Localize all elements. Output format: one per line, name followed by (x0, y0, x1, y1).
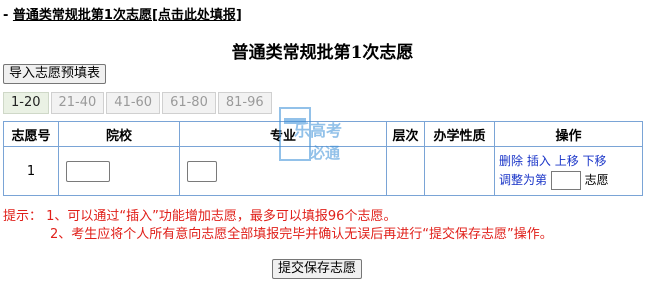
fill-in-link[interactable]: 普通类常规批第1次志愿[点击此处填报] (13, 8, 242, 23)
major-code-input[interactable] (187, 160, 217, 182)
adjust-position-input[interactable] (550, 171, 581, 190)
hint-line-1: 1、可以通过“插入”功能增加志愿，最多可以填报96个志愿。 (46, 209, 397, 224)
header-level: 层次 (386, 121, 425, 147)
school-cell (58, 146, 180, 196)
watermark-line1: 乐高考 (294, 121, 342, 140)
choice-number: 1 (3, 146, 59, 196)
delete-link[interactable]: 删除 (499, 154, 523, 168)
insert-link[interactable]: 插入 (527, 154, 551, 168)
move-up-link[interactable]: 上移 (555, 154, 579, 168)
adjust-link[interactable]: 调整为第 (499, 173, 547, 187)
submit-save-button[interactable]: 提交保存志愿 (272, 259, 363, 279)
top-link-row: - 普通类常规批第1次志愿[点击此处填报] (3, 4, 242, 23)
move-down-link[interactable]: 下移 (583, 154, 607, 168)
watermark-logo: 乐高考 必通 (279, 107, 342, 162)
import-preform-button[interactable]: 导入志愿预填表 (3, 64, 107, 84)
link-prefix: - (3, 8, 13, 23)
watermark-line2: 必通 (309, 144, 340, 162)
tab-61-80[interactable]: 61-80 (162, 92, 216, 114)
tab-1-20[interactable]: 1-20 (3, 92, 49, 114)
page-tabs: 1-20 21-40 41-60 61-80 81-96 (3, 92, 274, 114)
page-title: 普通类常规批第1次志愿 (231, 43, 414, 63)
tab-81-96[interactable]: 81-96 (217, 92, 272, 114)
actions-cell: 删除 插入 上移 下移 调整为第 志愿 (494, 146, 643, 196)
tab-21-40[interactable]: 21-40 (50, 92, 105, 114)
nature-cell (424, 146, 495, 196)
hint-block: 提示： 1、可以通过“插入”功能增加志愿，最多可以填报96个志愿。 2、考生应将… (3, 208, 553, 244)
header-actions: 操作 (494, 121, 643, 147)
tab-41-60[interactable]: 41-60 (106, 92, 161, 114)
header-choice-no: 志愿号 (3, 121, 59, 147)
hint-label: 提示： (3, 209, 43, 224)
header-school: 院校 (58, 121, 180, 147)
header-nature: 办学性质 (424, 121, 495, 147)
level-cell (386, 146, 425, 196)
school-code-input[interactable] (66, 160, 110, 182)
hint-line-2: 2、考生应将个人所有意向志愿全部填报完毕并确认无误后再进行“提交保存志愿”操作。 (50, 227, 553, 242)
adjust-suffix: 志愿 (584, 173, 609, 187)
